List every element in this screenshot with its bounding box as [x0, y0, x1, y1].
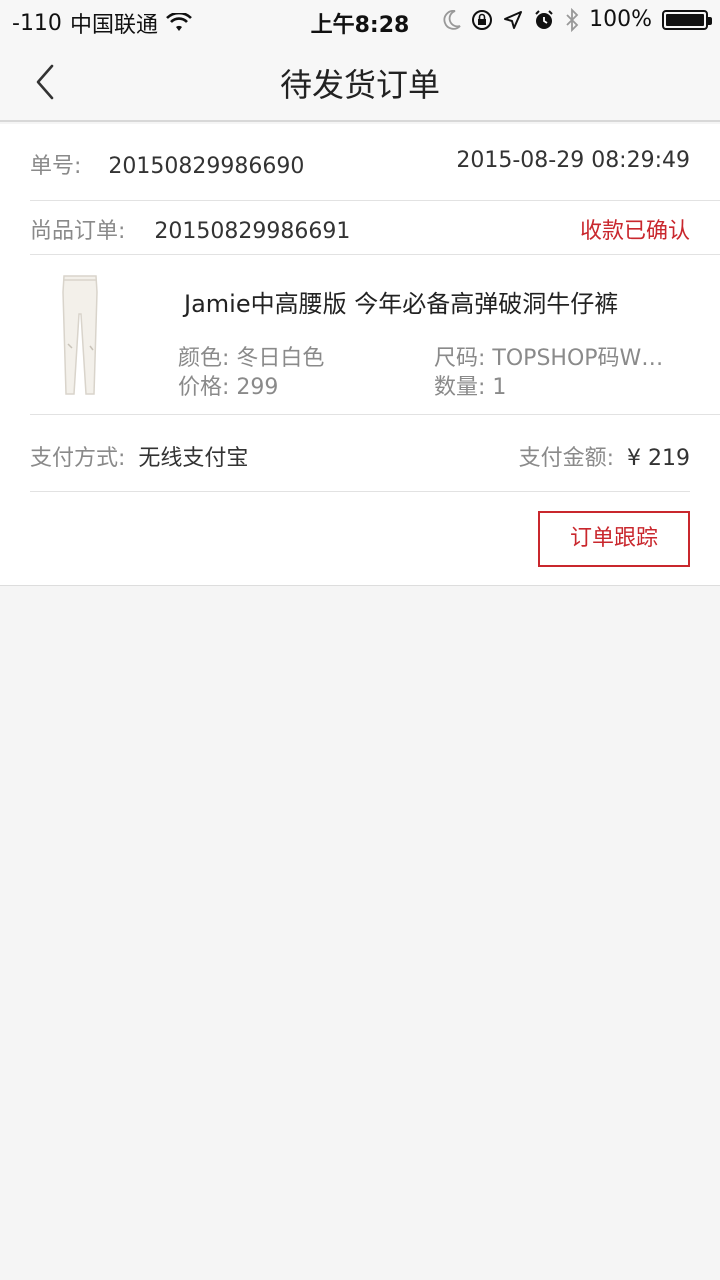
battery-icon: [662, 9, 712, 30]
product-item[interactable]: Jamie中高腰版 今年必备高弹破洞牛仔裤 颜色: 冬日白色 尺码: TOPSH…: [30, 254, 690, 414]
payment-amount-label: 支付金额:: [518, 446, 615, 471]
divider: [30, 491, 690, 492]
payment-amount-group: 支付金额: ¥ 219: [519, 440, 690, 472]
order-status: 收款已确认: [579, 219, 690, 244]
divider: [30, 200, 720, 201]
product-quantity: 数量: 1: [434, 369, 506, 401]
payment-method: 无线支付宝: [138, 446, 249, 471]
price-value: 299: [236, 375, 279, 400]
divider: [30, 414, 720, 415]
page-title: 待发货订单: [279, 66, 440, 104]
location-icon: [504, 10, 523, 29]
product-thumbnail: [62, 275, 98, 395]
order-number: 20150829986690: [108, 154, 305, 179]
bluetooth-icon: [566, 7, 579, 32]
alarm-icon: [535, 9, 553, 29]
color-label: 颜色:: [178, 346, 230, 371]
order-datetime: 2015-08-29 08:29:49: [456, 148, 690, 173]
sub-order-label: 尚品订单:: [30, 219, 126, 244]
quantity-value: 1: [492, 375, 507, 400]
payment-row: 支付方式: 无线支付宝 支付金额: ¥ 219: [30, 440, 690, 472]
rotation-lock-icon: [472, 9, 493, 30]
moon-icon: [443, 9, 461, 30]
order-number-label: 单号:: [30, 154, 82, 179]
size-label: 尺码:: [434, 346, 486, 371]
order-number-row: 单号: 20150829986690 2015-08-29 08:29:49: [30, 148, 690, 180]
navigation-bar: 待发货订单: [0, 40, 720, 122]
status-bar: -110 中国联通 上午8:28 100%: [0, 0, 720, 40]
price-label: 价格:: [178, 375, 230, 400]
sub-order-number: 20150829986691: [154, 219, 351, 244]
product-size: 尺码: TOPSHOP码W…: [434, 340, 663, 372]
size-value: TOPSHOP码W…: [492, 346, 664, 371]
sub-order-row: 尚品订单: 20150829986691 收款已确认: [30, 213, 690, 245]
order-tracking-button[interactable]: 订单跟踪: [538, 511, 690, 567]
product-price: 价格: 299: [178, 369, 278, 401]
product-title: Jamie中高腰版 今年必备高弹破洞牛仔裤: [184, 290, 619, 318]
quantity-label: 数量:: [434, 375, 486, 400]
color-value: 冬日白色: [236, 346, 325, 371]
payment-amount: ¥ 219: [627, 446, 690, 471]
status-right: 100%: [443, 7, 712, 32]
order-card: 单号: 20150829986690 2015-08-29 08:29:49 尚…: [0, 124, 720, 586]
product-color: 颜色: 冬日白色: [178, 340, 324, 372]
battery-percentage: 100%: [589, 7, 652, 32]
payment-method-label: 支付方式:: [30, 446, 126, 471]
